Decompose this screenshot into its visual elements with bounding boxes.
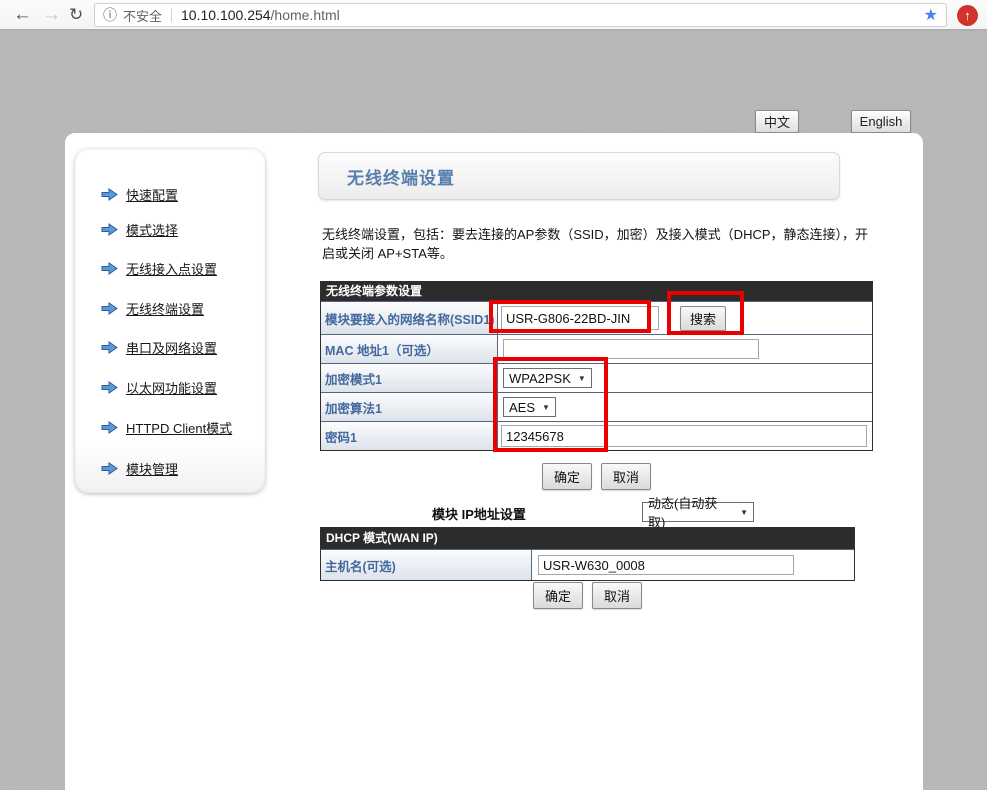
page-title-card: 无线终端设置 bbox=[318, 152, 840, 200]
arrow-icon bbox=[101, 381, 118, 394]
table-row-mac: MAC 地址1（可选） bbox=[321, 334, 872, 363]
table-row-encryption-algorithm: 加密算法1 AES ▼ bbox=[321, 392, 872, 421]
page-background: 中文 English 快速配置 模式选择 无线接入点设置 bbox=[0, 33, 987, 790]
arrow-icon bbox=[101, 302, 118, 315]
dhcp-table-header: DHCP 模式(WAN IP) bbox=[321, 528, 854, 549]
search-button[interactable]: 搜索 bbox=[680, 306, 726, 331]
arrow-icon bbox=[101, 223, 118, 236]
url-host: 10.10.100.254 bbox=[181, 7, 271, 23]
table-row-encryption-mode: 加密模式1 WPA2PSK ▼ bbox=[321, 363, 872, 392]
url-divider bbox=[171, 8, 172, 22]
arrow-icon bbox=[101, 341, 118, 354]
password-input[interactable] bbox=[501, 425, 867, 447]
reload-icon[interactable]: ↻ bbox=[69, 2, 83, 28]
security-label: 不安全 bbox=[123, 6, 162, 25]
encryption-algorithm-value: AES bbox=[509, 400, 535, 415]
sidebar-item-label: 以太网功能设置 bbox=[126, 378, 217, 397]
table-row-hostname: 主机名(可选) bbox=[321, 549, 854, 580]
lang-chinese-button[interactable]: 中文 bbox=[755, 110, 799, 133]
sta-params-table: 无线终端参数设置 模块要接入的网络名称(SSID1) 搜索 MAC 地址1（可选… bbox=[320, 281, 873, 451]
cancel-button[interactable]: 取消 bbox=[592, 582, 642, 609]
arrow-icon bbox=[101, 421, 118, 434]
ssid-input[interactable] bbox=[501, 306, 659, 330]
ip-mode-select[interactable]: 动态(自动获取) ▼ bbox=[642, 502, 754, 522]
sidebar-item-label: 无线终端设置 bbox=[126, 299, 204, 318]
url-bar[interactable]: ⓘ 不安全 10.10.100.254 /home.html ★ bbox=[94, 3, 947, 27]
chevron-down-icon: ▼ bbox=[740, 508, 748, 517]
arrow-icon bbox=[101, 188, 118, 201]
chevron-down-icon: ▼ bbox=[542, 403, 550, 412]
url-path: /home.html bbox=[271, 7, 340, 23]
sidebar-item-httpd-client[interactable]: HTTPD Client模式 bbox=[101, 418, 232, 437]
ip-mode-value: 动态(自动获取) bbox=[648, 493, 733, 531]
encryption-mode-value: WPA2PSK bbox=[509, 371, 571, 386]
dhcp-table: DHCP 模式(WAN IP) 主机名(可选) bbox=[320, 527, 855, 581]
table-row-ssid: 模块要接入的网络名称(SSID1) 搜索 bbox=[321, 301, 872, 334]
sidebar-item-wireless-terminal[interactable]: 无线终端设置 bbox=[101, 299, 204, 318]
sidebar-item-label: HTTPD Client模式 bbox=[126, 418, 232, 437]
sidebar-item-label: 快速配置 bbox=[126, 185, 178, 204]
browser-window: ← → ↻ ⓘ 不安全 10.10.100.254 /home.html ★ ↑… bbox=[0, 0, 987, 790]
hostname-label: 主机名(可选) bbox=[321, 550, 532, 580]
sidebar-item-quick-config[interactable]: 快速配置 bbox=[101, 185, 178, 204]
sidebar-item-label: 模式选择 bbox=[126, 220, 178, 239]
confirm-button[interactable]: 确定 bbox=[533, 582, 583, 609]
arrow-icon bbox=[101, 262, 118, 275]
encryption-mode-label: 加密模式1 bbox=[321, 364, 498, 392]
bookmark-star-icon[interactable]: ★ bbox=[924, 5, 938, 25]
chevron-down-icon: ▼ bbox=[578, 374, 586, 383]
forward-icon[interactable]: → bbox=[42, 2, 61, 28]
sidebar-item-module-management[interactable]: 模块管理 bbox=[101, 459, 178, 478]
sidebar-item-serial-network[interactable]: 串口及网络设置 bbox=[101, 338, 217, 357]
extension-icon[interactable]: ↑ bbox=[957, 5, 978, 26]
confirm-button[interactable]: 确定 bbox=[542, 463, 592, 490]
lang-english-button[interactable]: English bbox=[851, 110, 911, 133]
sta-table-header: 无线终端参数设置 bbox=[321, 282, 872, 301]
mac-input[interactable] bbox=[503, 339, 759, 359]
back-icon[interactable]: ← bbox=[13, 2, 32, 28]
arrow-icon bbox=[101, 462, 118, 475]
sidebar-item-label: 模块管理 bbox=[126, 459, 178, 478]
hostname-input[interactable] bbox=[538, 555, 794, 575]
page-title: 无线终端设置 bbox=[347, 164, 455, 189]
description: 无线终端设置，包括：要去连接的AP参数（SSID，加密）及接入模式（DHCP，静… bbox=[322, 225, 878, 263]
encryption-algorithm-select[interactable]: AES ▼ bbox=[503, 397, 556, 417]
sta-actions: 确定 取消 bbox=[320, 463, 873, 490]
content-area: 快速配置 模式选择 无线接入点设置 无线终端设置 串口及网络设置 bbox=[65, 133, 923, 790]
info-icon[interactable]: ⓘ bbox=[103, 5, 117, 25]
table-row-password: 密码1 bbox=[321, 421, 872, 450]
sidebar-item-wireless-ap[interactable]: 无线接入点设置 bbox=[101, 259, 217, 278]
up-arrow-icon: ↑ bbox=[964, 9, 971, 22]
sidebar-item-label: 无线接入点设置 bbox=[126, 259, 217, 278]
sidebar-item-label: 串口及网络设置 bbox=[126, 338, 217, 357]
mac-label: MAC 地址1（可选） bbox=[321, 335, 498, 363]
encryption-algorithm-label: 加密算法1 bbox=[321, 393, 498, 421]
encryption-mode-select[interactable]: WPA2PSK ▼ bbox=[503, 368, 592, 388]
sidebar-item-mode-select[interactable]: 模式选择 bbox=[101, 220, 178, 239]
password-label: 密码1 bbox=[321, 422, 498, 450]
sidebar: 快速配置 模式选择 无线接入点设置 无线终端设置 串口及网络设置 bbox=[75, 149, 265, 493]
ssid-label: 模块要接入的网络名称(SSID1) bbox=[321, 302, 498, 334]
browser-toolbar: ← → ↻ ⓘ 不安全 10.10.100.254 /home.html ★ ↑ bbox=[0, 0, 987, 31]
dhcp-actions: 确定 取消 bbox=[320, 582, 855, 609]
cancel-button[interactable]: 取消 bbox=[601, 463, 651, 490]
ip-settings-label: 模块 IP地址设置 bbox=[432, 504, 526, 523]
sidebar-item-ethernet[interactable]: 以太网功能设置 bbox=[101, 378, 217, 397]
